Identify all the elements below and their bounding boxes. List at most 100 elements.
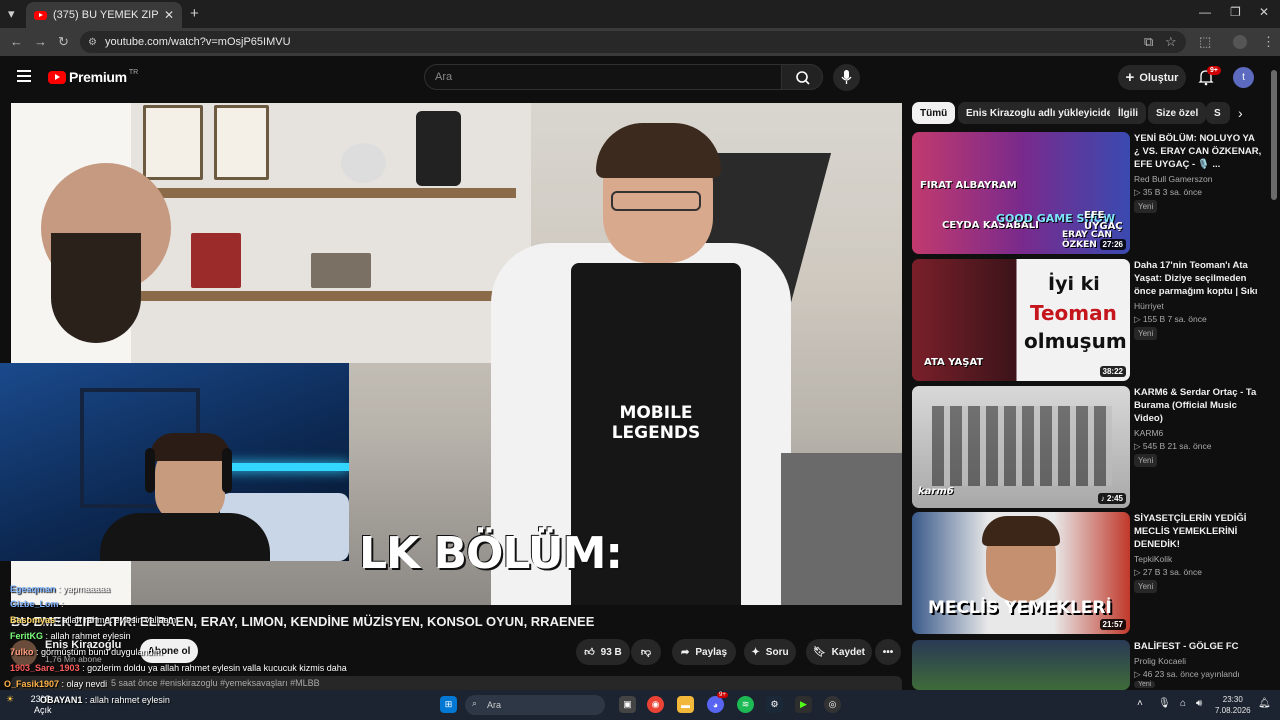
- forward-icon[interactable]: →: [34, 34, 47, 49]
- chat-user: O_Fasik1907: [4, 679, 60, 689]
- user-avatar[interactable]: t: [1233, 67, 1254, 88]
- save-label: Kaydet: [831, 646, 866, 658]
- site-info-icon[interactable]: ⚙: [88, 37, 97, 48]
- discord-icon[interactable]: ◕: [707, 696, 724, 713]
- chip-related[interactable]: İlgili: [1110, 102, 1146, 124]
- system-clock[interactable]: 23:30 7.08.2026: [1215, 694, 1251, 716]
- app-icon[interactable]: ◎: [824, 696, 841, 713]
- chip-uploader[interactable]: Enis Kirazoglu adlı yükleyiciden: [958, 102, 1127, 124]
- notification-count-badge: 9+: [1207, 66, 1221, 75]
- chrome-icon[interactable]: ◉: [647, 696, 664, 713]
- task-view-icon[interactable]: ▣: [619, 696, 636, 713]
- bearded-man-beard: [51, 233, 141, 343]
- back-icon[interactable]: ←: [10, 34, 23, 49]
- taskbar-search-icon: ⌕: [472, 698, 478, 708]
- video-duration: 38:22: [1099, 366, 1126, 377]
- voice-search-button[interactable]: [833, 64, 860, 91]
- chat-text: allah rahmet eylesin vallaam: [62, 615, 177, 625]
- recommended-title[interactable]: SİYASETÇİLERİN YEDİĞİ MECLİS YEMEKLERİNİ…: [1134, 512, 1262, 551]
- more-actions-button[interactable]: •••: [875, 639, 901, 665]
- video-thumbnail[interactable]: [912, 640, 1130, 690]
- recommended-meta: ▷ 35 B 3 sa. önce: [1134, 187, 1202, 197]
- video-caption-text: LK BÖLÜM:: [359, 528, 623, 579]
- video-thumbnail[interactable]: FIRAT ALBAYRAM CEYDA KASABALI GOOD GAME …: [912, 132, 1130, 254]
- like-button[interactable]: 👍︎ 93 B: [576, 639, 630, 665]
- spotify-icon[interactable]: ≋: [737, 696, 754, 713]
- recommended-channel[interactable]: KARM6: [1134, 428, 1163, 438]
- search-input[interactable]: Ara: [424, 64, 782, 90]
- chat-text: gozlerim doldu ya allah rahmet eylesin v…: [87, 663, 347, 673]
- chat-user: OBAYAN1: [40, 695, 83, 705]
- search-button[interactable]: [781, 64, 823, 90]
- weather-label: Açık: [34, 705, 52, 715]
- profile-icon[interactable]: [1233, 35, 1247, 49]
- volume-icon[interactable]: 🔊︎: [1196, 698, 1202, 709]
- hamburger-menu-icon[interactable]: [17, 70, 31, 82]
- recommended-title[interactable]: KARM6 & Serdar Ortaç - Ta Burama (Offici…: [1134, 386, 1262, 425]
- streamer-shirt: [100, 513, 270, 561]
- thumb-text: EFE UYGAÇ: [1084, 210, 1123, 232]
- extensions-icon[interactable]: ⬚: [1199, 34, 1211, 50]
- wifi-icon[interactable]: ⌂: [1180, 698, 1186, 709]
- tab-close-icon[interactable]: ✕: [164, 8, 174, 22]
- recommended-channel[interactable]: Prolig Kocaeli: [1134, 656, 1186, 666]
- recommended-title[interactable]: BALİFEST - GÖLGE FC: [1134, 640, 1262, 653]
- tab-search-icon[interactable]: ▾: [8, 6, 15, 22]
- steam-icon[interactable]: ⚙: [766, 696, 783, 713]
- tray-chevron-icon[interactable]: ˄: [1137, 698, 1143, 709]
- recommended-video[interactable]: İyi ki Teoman olmuşum ATA YAŞAT 38:22 Da…: [912, 259, 1262, 381]
- thumb-text: olmuşum: [1024, 329, 1127, 353]
- minimize-icon[interactable]: —: [1199, 5, 1211, 19]
- video-thumbnail[interactable]: İyi ki Teoman olmuşum ATA YAŞAT 38:22: [912, 259, 1130, 381]
- browser-tab[interactable]: (375) BU YEMEK ZIPLATIRI ELRAEN ✕: [26, 2, 182, 28]
- taskbar-search-input[interactable]: ⌕ Ara: [465, 695, 605, 715]
- bookmark-star-icon[interactable]: ☆: [1165, 34, 1177, 50]
- chip-for-you[interactable]: Size özel: [1148, 102, 1207, 124]
- thumb-text: MECLİS YEMEKLERİ: [928, 598, 1112, 618]
- video-duration: 27:26: [1099, 239, 1126, 250]
- recommended-channel[interactable]: Red Bull Gamerszon: [1134, 174, 1212, 184]
- reload-icon[interactable]: ↻: [58, 34, 69, 50]
- windows-start-icon[interactable]: ⊞: [440, 696, 457, 713]
- obs-icon[interactable]: ▶: [795, 696, 812, 713]
- thumb-text: İyi ki: [1048, 273, 1100, 295]
- youtube-header: Premium TR Ara + Oluştur 9+ t: [0, 56, 1280, 100]
- gift-basket: [191, 233, 241, 288]
- recommended-video[interactable]: FIRAT ALBAYRAM CEYDA KASABALI GOOD GAME …: [912, 132, 1262, 254]
- discord-badge: 9+: [717, 692, 728, 698]
- restore-icon[interactable]: ❐: [1230, 5, 1241, 19]
- dislike-button[interactable]: 👎︎: [631, 639, 661, 665]
- description-box[interactable]: 5 saat önce #eniskirazoglu #yemeksavaşla…: [11, 676, 902, 690]
- close-window-icon[interactable]: ✕: [1259, 5, 1269, 19]
- video-thumbnail[interactable]: MECLİS YEMEKLERİ 21:57: [912, 512, 1130, 634]
- recommended-channel[interactable]: TepkiKolik: [1134, 554, 1172, 564]
- recommended-video[interactable]: karm6 ♪ 2:45 KARM6 & Serdar Ortaç - Ta B…: [912, 386, 1262, 508]
- thumb-text: FIRAT ALBAYRAM: [920, 180, 1017, 191]
- recommended-video[interactable]: BALİFEST - GÖLGE FC Prolig Kocaeli ▷ 46 …: [912, 640, 1262, 690]
- youtube-premium-logo[interactable]: Premium TR: [48, 69, 138, 85]
- page-scrollbar[interactable]: [1271, 70, 1277, 200]
- recommended-title[interactable]: YENİ BÖLÜM: NOLUYO YA ¿ VS. ERAY CAN ÖZK…: [1134, 132, 1262, 171]
- save-button[interactable]: 🔖︎ Kaydet: [806, 639, 872, 665]
- share-button[interactable]: ➦ Paylaş: [672, 639, 736, 665]
- create-button[interactable]: + Oluştur: [1118, 65, 1186, 90]
- mic-tray-icon[interactable]: 🎙︎: [1158, 698, 1171, 709]
- chip-all[interactable]: Tümü: [912, 102, 956, 124]
- recommended-channel[interactable]: Hürriyet: [1134, 301, 1164, 311]
- address-bar[interactable]: ⚙ youtube.com/watch?v=mOsjP65IMVU: [80, 31, 1186, 53]
- tab-title: (375) BU YEMEK ZIPLATIRI ELRAEN: [53, 9, 158, 21]
- chat-message: O_Fasik1907 : olay nevdi: [4, 679, 108, 689]
- new-tab-button[interactable]: +: [190, 5, 199, 22]
- install-icon[interactable]: ⧉: [1144, 34, 1153, 50]
- chip-more[interactable]: S: [1206, 102, 1230, 124]
- video-thumbnail[interactable]: karm6 ♪ 2:45: [912, 386, 1130, 508]
- ask-button[interactable]: ✦ Soru: [744, 639, 796, 665]
- recommended-video[interactable]: MECLİS YEMEKLERİ 21:57 SİYASETÇİLERİN YE…: [912, 512, 1262, 634]
- browser-menu-icon[interactable]: ⋮: [1262, 34, 1275, 50]
- shelf-lower: [131, 291, 516, 301]
- chips-next-chevron-icon[interactable]: ›: [1238, 105, 1243, 121]
- chat-text: görmüştüm bunu duygulandım: [41, 647, 163, 657]
- file-explorer-icon[interactable]: ▬: [677, 696, 694, 713]
- notification-center-icon[interactable]: 🔔︎: [1258, 698, 1271, 709]
- recommended-title[interactable]: Daha 17'nin Teoman'ı Ata Yaşat: Diziye s…: [1134, 259, 1262, 299]
